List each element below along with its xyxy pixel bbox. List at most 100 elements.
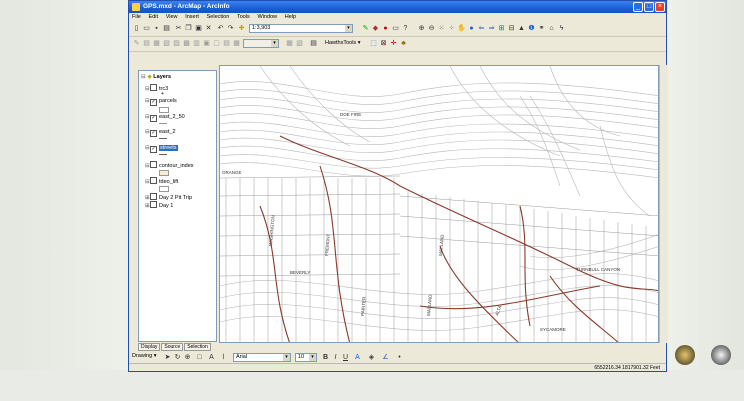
map-scale-select[interactable]: 1:3,903 ▾ (249, 24, 353, 33)
zoom-whole-page-icon[interactable]: ▦ (285, 39, 294, 48)
new-document-icon[interactable]: ▯ (132, 24, 141, 33)
layer-checkbox[interactable]: ✓ (150, 115, 157, 122)
open-folder-icon[interactable]: ▭ (142, 24, 151, 33)
menu-edit[interactable]: Edit (146, 13, 161, 20)
underline-icon[interactable]: U (341, 353, 350, 362)
title-bar[interactable]: GPS.mxd - ArcMap - ArcInfo _ □ × (129, 1, 666, 13)
layout-view-icon[interactable]: ▤ (309, 39, 318, 48)
drawing-menu[interactable]: Drawing ▾ (132, 353, 156, 359)
layout-tool-9-icon[interactable]: ▤ (222, 39, 231, 48)
clear-selection-icon[interactable]: ⊟ (507, 24, 516, 33)
tab-selection[interactable]: Selection (184, 343, 211, 351)
marker-color-icon[interactable]: • (395, 353, 404, 362)
layer-checkbox[interactable]: ✓ (150, 99, 157, 106)
add-data-icon[interactable]: ✚ (237, 24, 246, 33)
collapse-icon[interactable]: ⊟ (141, 74, 146, 80)
toc-layer[interactable]: ⊟ ✓ east_2 (145, 129, 176, 137)
italic-icon[interactable]: I (331, 353, 340, 362)
toc-layer[interactable]: ⊟ ✓ streets (145, 145, 178, 153)
toc-root[interactable]: ⊟ ◆ Layers (141, 74, 171, 80)
identify-icon[interactable]: ❶ (527, 24, 536, 33)
menu-file[interactable]: File (129, 13, 144, 20)
select-arrow-icon[interactable]: ➤ (163, 353, 172, 362)
grid-tool-icon[interactable]: ⊠ (379, 39, 388, 48)
toc-layer[interactable]: ⊟ tdeo_lift (145, 177, 178, 185)
copy-icon[interactable]: ❐ (184, 24, 193, 33)
layout-tool-4-icon[interactable]: ▨ (172, 39, 181, 48)
layout-tool-3-icon[interactable]: ▧ (162, 39, 171, 48)
arctoolbox-icon[interactable]: ◆ (371, 24, 380, 33)
maximize-button[interactable]: □ (644, 2, 654, 12)
layout-tool-5-icon[interactable]: ▩ (182, 39, 191, 48)
fill-color-icon[interactable]: ◈ (367, 353, 376, 362)
toc-layer[interactable]: ⊟ ✓ east_2_50 (145, 114, 185, 122)
zoom-100-icon[interactable]: ▧ (295, 39, 304, 48)
font-color-icon[interactable]: A (353, 353, 362, 362)
line-color-icon[interactable]: ∠ (381, 353, 390, 362)
layer-checkbox[interactable]: ✓ (150, 146, 157, 153)
hawths-tools-menu[interactable]: HawthsTools ▾ (325, 40, 360, 46)
menu-insert[interactable]: Insert (182, 13, 202, 20)
menu-tools[interactable]: Tools (234, 13, 253, 20)
whats-this-icon[interactable]: ? (401, 24, 410, 33)
splined-text-icon[interactable]: ⌇ (219, 353, 228, 362)
editor-toolbar-icon[interactable]: ✎ (361, 24, 370, 33)
new-text-icon[interactable]: A (207, 353, 216, 362)
redo-icon[interactable]: ↷ (226, 24, 235, 33)
layer-checkbox[interactable] (150, 177, 157, 184)
layer-checkbox[interactable] (150, 161, 157, 168)
layer-checkbox[interactable] (150, 201, 157, 208)
minimize-button[interactable]: _ (633, 2, 643, 12)
toc-layer[interactable]: ⊞ Day 2 Pit Trip (145, 193, 192, 201)
layout-tool-1-icon[interactable]: ▤ (142, 39, 151, 48)
rectangle-icon[interactable]: □ (195, 353, 204, 362)
print-icon[interactable]: ▤ (162, 24, 171, 33)
rotate-icon[interactable]: ↻ (173, 353, 182, 362)
hawths-tool-icon[interactable]: ♣ (399, 39, 408, 48)
layer-checkbox[interactable]: ✓ (150, 130, 157, 137)
close-button[interactable]: × (655, 2, 665, 12)
layer-checkbox[interactable] (150, 84, 157, 91)
layout-tool-6-icon[interactable]: ▥ (192, 39, 201, 48)
layout-tool-2-icon[interactable]: ▦ (152, 39, 161, 48)
disabled-select[interactable]: ▾ (243, 39, 279, 48)
menu-view[interactable]: View (163, 13, 181, 20)
measure-icon[interactable]: ⌂ (547, 24, 556, 33)
bold-icon[interactable]: B (321, 353, 330, 362)
editor-tool-icon[interactable]: ✎ (132, 39, 141, 48)
save-icon[interactable]: ▪ (152, 24, 161, 33)
cross-tool-icon[interactable]: ✛ (389, 39, 398, 48)
select-box-icon[interactable]: ⬚ (369, 39, 378, 48)
toc-layer[interactable]: ⊟ trc3 (145, 84, 168, 92)
fixed-zoom-in-icon[interactable]: ⁙ (437, 24, 446, 33)
map-horizontal-scrollbar[interactable] (219, 343, 659, 351)
toc-layer[interactable]: ⊞ Day 1 (145, 201, 173, 209)
menu-selection[interactable]: Selection (204, 13, 233, 20)
zoom-layout-icon[interactable]: ⊕ (183, 353, 192, 362)
toc-layer[interactable]: ⊟ contour_index (145, 161, 194, 169)
full-extent-icon[interactable]: ● (467, 24, 476, 33)
toc-layer[interactable]: ⊟ ✓ parcels (145, 98, 177, 106)
font-size-select[interactable]: 10 ▾ (295, 353, 317, 362)
tab-source[interactable]: Source (161, 343, 184, 351)
arccatalog-icon[interactable]: ● (381, 24, 390, 33)
map-canvas[interactable]: DOE FIRE ORANGE WASHINGTON BEVERLY FREMO… (220, 66, 659, 343)
find-binoculars-icon[interactable]: ⚭ (537, 24, 546, 33)
map-view[interactable]: DOE FIRE ORANGE WASHINGTON BEVERLY FREMO… (219, 65, 659, 343)
font-select[interactable]: Arial ▾ (233, 353, 291, 362)
hyperlink-icon[interactable]: ϟ (557, 24, 566, 33)
cut-icon[interactable]: ✂ (174, 24, 183, 33)
back-extent-icon[interactable]: ⇐ (477, 24, 486, 33)
menu-window[interactable]: Window (254, 13, 280, 20)
select-features-icon[interactable]: ⊞ (497, 24, 506, 33)
layout-tool-8-icon[interactable]: ▢ (212, 39, 221, 48)
delete-icon[interactable]: ✕ (204, 24, 213, 33)
select-elements-icon[interactable]: ▲ (517, 24, 526, 33)
paste-icon[interactable]: ▣ (194, 24, 203, 33)
layout-tool-10-icon[interactable]: ▦ (232, 39, 241, 48)
fixed-zoom-out-icon[interactable]: ⁘ (447, 24, 456, 33)
forward-extent-icon[interactable]: ⇒ (487, 24, 496, 33)
pan-icon[interactable]: ✋ (457, 24, 466, 33)
undo-icon[interactable]: ↶ (216, 24, 225, 33)
menu-help[interactable]: Help (282, 13, 299, 20)
